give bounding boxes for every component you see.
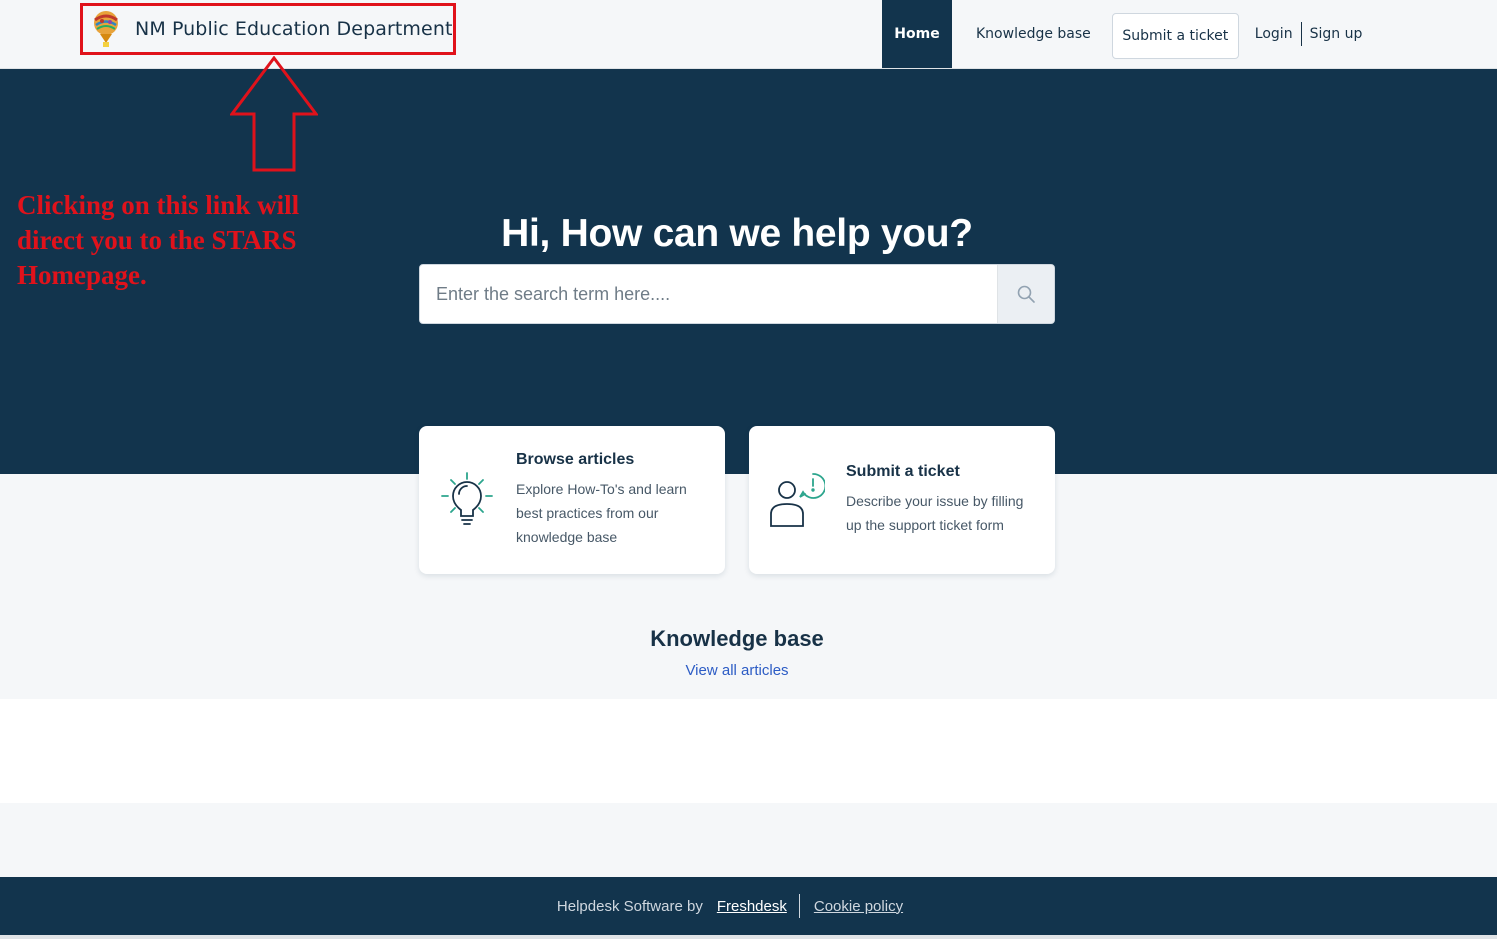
nav-submit-ticket-button[interactable]: Submit a ticket bbox=[1111, 13, 1239, 59]
nav-knowledge-base[interactable]: Knowledge base bbox=[976, 0, 1091, 68]
brand-name: NM Public Education Department bbox=[135, 18, 453, 40]
user-alert-icon bbox=[770, 473, 825, 527]
brand-logo-icon bbox=[91, 10, 121, 48]
site-footer: Helpdesk Software by Freshdesk Cookie po… bbox=[0, 877, 1497, 935]
main-nav: Home Knowledge base Submit a ticket Logi… bbox=[882, 0, 1362, 69]
annotation-arrow-icon bbox=[230, 56, 318, 172]
site-header: NM Public Education Department Home Know… bbox=[0, 0, 1497, 69]
nav-signup[interactable]: Sign up bbox=[1310, 0, 1363, 68]
search-box bbox=[419, 264, 1055, 324]
annotation-text: Clicking on this link will direct you to… bbox=[17, 190, 300, 290]
search-input[interactable] bbox=[420, 265, 997, 323]
lightbulb-icon bbox=[441, 472, 493, 525]
card-description: Describe your issue by filling up the su… bbox=[846, 493, 1024, 533]
view-all-articles-link[interactable]: View all articles bbox=[0, 662, 1474, 679]
nav-divider bbox=[1300, 22, 1302, 46]
content-band bbox=[0, 699, 1497, 803]
search-button[interactable] bbox=[997, 265, 1054, 323]
nav-home[interactable]: Home bbox=[882, 0, 952, 68]
browse-articles-card[interactable]: Browse articles Explore How-To's and lea… bbox=[419, 426, 725, 574]
card-description: Explore How-To's and learn best practice… bbox=[516, 481, 687, 545]
brand-link[interactable]: NM Public Education Department bbox=[80, 3, 456, 55]
cookie-policy-link[interactable]: Cookie policy bbox=[814, 898, 903, 915]
freshdesk-link[interactable]: Freshdesk bbox=[717, 898, 787, 915]
card-title: Browse articles bbox=[516, 451, 635, 468]
nav-login[interactable]: Login bbox=[1255, 0, 1293, 68]
bottom-strip bbox=[0, 935, 1497, 939]
search-icon bbox=[1017, 285, 1035, 303]
knowledge-base-title: Knowledge base bbox=[650, 626, 824, 651]
card-title: Submit a ticket bbox=[846, 463, 960, 480]
footer-label: Helpdesk Software by bbox=[556, 897, 703, 915]
submit-ticket-card[interactable]: Submit a ticket Describe your issue by f… bbox=[749, 426, 1055, 574]
footer-divider bbox=[798, 894, 800, 918]
